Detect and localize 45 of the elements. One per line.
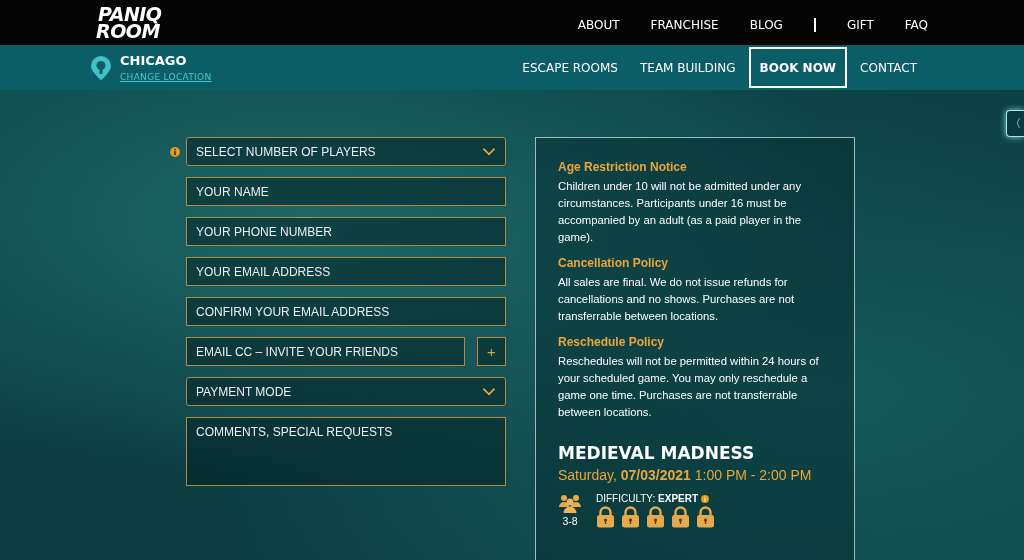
policy-text: Children under 10 will not be admitted under any circumstances. Participants under 16 must be accompanied by an adult (as a paid player in the game). [558, 179, 803, 245]
select-placeholder: SELECT NUMBER OF PLAYERS [196, 144, 376, 159]
lock-icon [696, 506, 715, 528]
policy-text: All sales are final. We do not issue refunds for cancellations and no shows. Purchases are not transferrable between locations. [558, 275, 796, 324]
lock-icon [646, 506, 665, 528]
nav-link[interactable]: TEAM BUILDING [629, 60, 747, 75]
difficulty-label: DIFFICULTY: EXPERT [596, 493, 699, 504]
input-field[interactable]: CONFIRM YOUR EMAIL ADDRESS [186, 297, 506, 326]
nav-link[interactable]: ESCAPE ROOMS [511, 60, 629, 75]
select-field[interactable]: SELECT NUMBER OF PLAYERS [186, 137, 506, 166]
info-icon[interactable] [701, 494, 710, 503]
side-tab[interactable]: 〈 [1006, 110, 1024, 137]
policy-heading: Cancellation Policy [558, 256, 670, 270]
add-button[interactable]: + [477, 337, 506, 366]
comments-field[interactable]: COMMENTS, SPECIAL REQUESTS [186, 417, 506, 486]
nav-link[interactable]: ABOUT [577, 17, 620, 32]
nav-link[interactable]: FRANCHISE [650, 17, 719, 32]
lock-icon [596, 506, 615, 528]
booking-date-time: Saturday, 07/03/2021 1:00 PM - 2:00 PM [558, 467, 813, 483]
book-now-button[interactable]: BOOK NOW [748, 47, 848, 88]
nav-link[interactable]: FAQ [904, 17, 928, 32]
input-field[interactable]: EMAIL CC – INVITE YOUR FRIENDS [186, 337, 465, 366]
lock-icon [621, 506, 640, 528]
policy-heading: Age Restriction Notice [558, 160, 688, 174]
select-placeholder: PAYMENT MODE [196, 384, 292, 399]
info-icon[interactable] [170, 146, 180, 157]
room-title: MEDIEVAL MADNESS [558, 443, 756, 463]
nav-link[interactable]: BLOG [749, 17, 783, 32]
select-field[interactable]: PAYMENT MODE [186, 377, 506, 406]
lock-icon [671, 506, 690, 528]
policy-heading: Reschedule Policy [558, 335, 666, 349]
policy-text: Reschedules will not be permitted within 24 hours of your scheduled game. You may only reschedule a game one time. Purchases are not transferrable between locations. [558, 354, 820, 420]
location-pin-icon [90, 54, 112, 81]
change-location-link[interactable]: CHANGE LOCATION [120, 72, 212, 82]
nav-link[interactable]: GIFT [846, 17, 874, 32]
input-field[interactable]: YOUR EMAIL ADDRESS [186, 257, 506, 286]
city-name: CHICAGO [120, 53, 188, 68]
input-field[interactable]: YOUR NAME [186, 177, 506, 206]
player-count: 3-8 [562, 515, 578, 527]
logo-text[interactable]: PANIQ [98, 5, 162, 23]
chevron-down-icon [482, 387, 496, 396]
nav-link[interactable]: CONTACT [849, 60, 928, 75]
group-icon [558, 493, 582, 513]
input-field[interactable]: YOUR PHONE NUMBER [186, 217, 506, 246]
chevron-down-icon [482, 147, 496, 156]
